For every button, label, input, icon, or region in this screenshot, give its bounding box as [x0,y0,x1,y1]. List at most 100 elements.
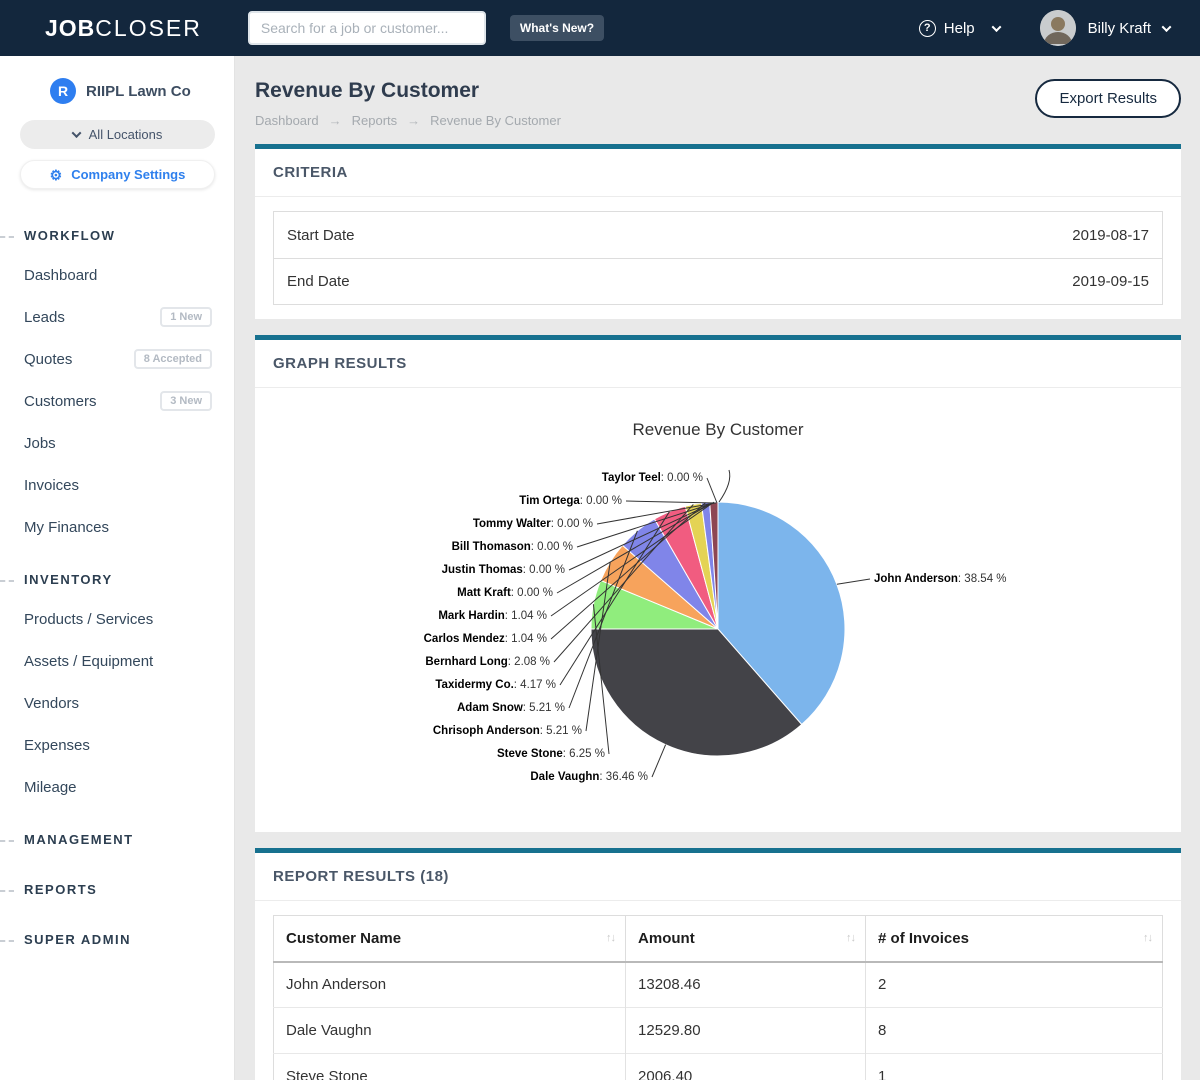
top-navbar: JOBCLOSER What's New? ? Help Billy Kraft [0,0,1200,56]
help-icon: ? [919,20,936,37]
pie-label-dale-vaughn: Dale Vaughn: 36.46 % [530,771,648,783]
sidebar-item-label: Dashboard [24,267,97,284]
pie-svg [273,396,1163,826]
page-head: Revenue By Customer Dashboard → Reports → Re… [255,76,1181,144]
sidebar-item-customers[interactable]: Customers 3 New [0,380,234,422]
sidebar-section-label: INVENTORY [24,572,113,587]
pie-label-chrisoph-anderson: Chrisoph Anderson: 5.21 % [433,725,582,737]
count-badge: 3 New [160,391,212,411]
breadcrumb-arrow-icon: → [329,113,342,128]
company-row: R RIIPL Lawn Co [0,56,234,104]
sidebar-item-leads[interactable]: Leads1 New [0,296,234,338]
sidebar-item-my-finances[interactable]: My Finances [0,506,234,548]
sidebar-item-products-services[interactable]: Products / Services [0,598,234,640]
table-cell: John Anderson [274,962,626,1008]
locations-label: All Locations [89,127,163,142]
count-badge: 8 Accepted [134,349,212,369]
search-input[interactable] [248,11,486,45]
pie-label-taylor-teel: Taylor Teel: 0.00 % [602,472,703,484]
pie-label-taxidermy-co: Taxidermy Co.: 4.17 % [435,679,556,691]
sidebar-item-quotes[interactable]: Quotes8 Accepted [0,338,234,380]
table-cell: 13208.46 [626,962,866,1008]
section-dash-icon [0,580,14,582]
sort-icon[interactable]: ↑↓ [1143,932,1152,944]
sidebar-item-label: Jobs [24,435,56,452]
section-dash-icon [0,940,14,942]
sidebar-item-expenses[interactable]: Expenses [0,724,234,766]
gear-icon: ⚙ [50,168,63,182]
breadcrumb-item-reports[interactable]: Reports [352,113,398,128]
table-row[interactable]: John Anderson13208.462 [274,962,1163,1008]
table-cell: 2 [866,962,1163,1008]
company-avatar: R [50,78,76,104]
sidebar-item-label: Leads [24,309,65,326]
company-settings-button[interactable]: ⚙ Company Settings [20,160,215,189]
sidebar-item-label: My Finances [24,519,109,536]
sort-icon[interactable]: ↑↓ [846,932,855,944]
locations-dropdown[interactable]: All Locations [20,120,215,149]
navbar-right: ? Help Billy Kraft [919,10,1170,46]
criteria-value: 2019-08-17 [1072,227,1149,244]
column-header-of-invoices[interactable]: # of Invoices↑↓ [866,916,1163,962]
section-dash-icon [0,236,14,238]
sidebar-item-label: Customers [24,393,97,410]
help-menu[interactable]: ? Help [919,20,1000,37]
breadcrumb-item-revenue-by-customer[interactable]: Revenue By Customer [430,113,561,128]
sidebar-item-vendors[interactable]: Vendors [0,682,234,724]
user-menu[interactable]: Billy Kraft [1088,20,1170,37]
sidebar-item-dashboard[interactable]: Dashboard [0,254,234,296]
company-name: RIIPL Lawn Co [86,83,191,100]
criteria-row-start-date: Start Date 2019-08-17 [274,212,1162,258]
sidebar-section-management[interactable]: MANAGEMENT [0,821,234,858]
user-avatar[interactable] [1040,10,1076,46]
company-settings-label: Company Settings [71,167,185,182]
pie-label-bernhard-long: Bernhard Long: 2.08 % [425,656,550,668]
pie-label-tim-ortega: Tim Ortega: 0.00 % [519,495,622,507]
column-header-customer-name[interactable]: Customer Name↑↓ [274,916,626,962]
sidebar-item-label: Vendors [24,695,79,712]
sidebar-item-jobs[interactable]: Jobs [0,422,234,464]
table-cell: 1 [866,1054,1163,1080]
breadcrumb: Dashboard → Reports → Revenue By Customer [255,113,561,128]
sidebar-section-label: MANAGEMENT [24,832,134,847]
whats-new-button[interactable]: What's New? [510,15,604,41]
sort-icon[interactable]: ↑↓ [606,932,615,944]
label-connector-line [707,478,717,503]
sidebar-section-workflow[interactable]: WORKFLOW [0,217,234,254]
user-name: Billy Kraft [1088,20,1151,37]
sidebar-item-label: Invoices [24,477,79,494]
label-connector-line [652,745,666,777]
table-cell: Dale Vaughn [274,1008,626,1054]
table-cell: 2006.40 [626,1054,866,1080]
pie-label-steve-stone: Steve Stone: 6.25 % [497,748,605,760]
sidebar: R RIIPL Lawn Co All Locations ⚙ Company … [0,56,235,1080]
app-logo[interactable]: JOBCLOSER [45,15,202,42]
pie-label-bill-thomason: Bill Thomason: 0.00 % [452,541,573,553]
sidebar-section-super-admin[interactable]: SUPER ADMIN [0,921,234,958]
export-results-button[interactable]: Export Results [1035,79,1181,118]
criteria-panel-title: CRITERIA [255,149,1181,197]
label-connector-line [719,470,730,502]
breadcrumb-item-dashboard[interactable]: Dashboard [255,113,319,128]
section-dash-icon [0,890,14,892]
sidebar-section-reports[interactable]: REPORTS [0,871,234,908]
sidebar-item-mileage[interactable]: Mileage [0,766,234,808]
avatar-photo-placeholder [1040,10,1076,46]
breadcrumb-arrow-icon: → [407,113,420,128]
sidebar-item-assets-equipment[interactable]: Assets / Equipment [0,640,234,682]
pie-label-carlos-mendez: Carlos Mendez: 1.04 % [424,633,547,645]
table-row[interactable]: Dale Vaughn12529.808 [274,1008,1163,1054]
sidebar-nav: WORKFLOW Dashboard Leads1 NewQuotes8 Accep… [0,217,234,958]
graph-panel-title: GRAPH RESULTS [255,340,1181,388]
criteria-value: 2019-09-15 [1072,273,1149,290]
page-title: Revenue By Customer [255,79,561,103]
pie-chart: Revenue By Customer Taylor Teel: 0.00 %T… [273,396,1163,826]
column-header-amount[interactable]: Amount↑↓ [626,916,866,962]
sidebar-item-invoices[interactable]: Invoices [0,464,234,506]
sidebar-section-inventory[interactable]: INVENTORY [0,561,234,598]
pie-label-john-anderson: John Anderson: 38.54 % [874,573,1007,585]
criteria-label: Start Date [287,227,355,244]
table-row[interactable]: Steve Stone2006.401 [274,1054,1163,1080]
table-cell: 12529.80 [626,1008,866,1054]
criteria-row-end-date: End Date2019-09-15 [274,258,1162,304]
